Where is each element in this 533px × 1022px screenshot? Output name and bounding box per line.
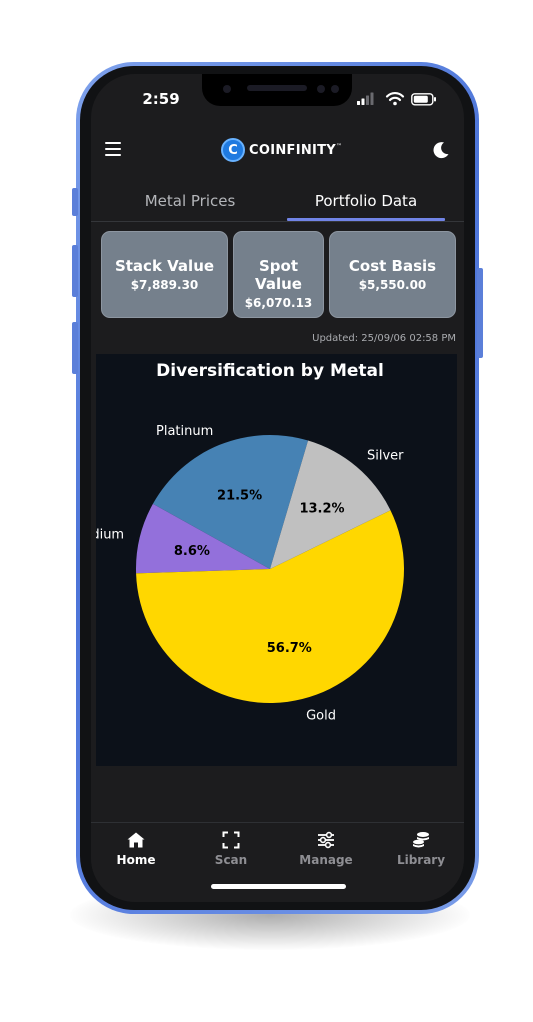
wifi-icon <box>385 92 405 106</box>
earpiece-speaker <box>247 85 307 91</box>
pie-percent-silver: 13.2% <box>299 502 344 517</box>
pie-chart: Diversification by Metal 21.5% Platinum 8.… <box>96 361 404 724</box>
front-camera-dot <box>223 85 231 93</box>
spot-value-card[interactable]: Spot Value $6,070.13 <box>233 231 324 318</box>
diversification-chart: Diversification by Metal 21.5% Platinum 8.… <box>96 354 457 766</box>
card-value: $6,070.13 <box>244 296 313 310</box>
home-icon <box>127 832 145 848</box>
nav-manage[interactable]: Manage <box>291 831 361 867</box>
tab-portfolio-data[interactable]: Portfolio Data <box>287 192 445 210</box>
volume-up-button <box>72 245 78 297</box>
home-indicator <box>211 884 346 889</box>
nav-library[interactable]: Library <box>386 831 456 867</box>
active-tab-indicator <box>287 218 445 221</box>
stack-value-card[interactable]: Stack Value $7,889.30 <box>101 231 228 318</box>
app-screen: 2:59 C COINFINITY ™ Metal Prices Portfol… <box>91 74 464 902</box>
pie-label-silver: Silver <box>367 449 404 464</box>
power-button <box>477 268 483 358</box>
card-value: $5,550.00 <box>358 278 427 292</box>
pie-percent-gold: 56.7% <box>267 641 312 656</box>
card-value: $7,889.30 <box>130 278 199 292</box>
tab-bar: Metal Prices Portfolio Data <box>91 184 464 222</box>
pie-label-palladium: Palladium <box>96 528 124 543</box>
status-icons <box>357 91 437 107</box>
moon-icon[interactable] <box>431 140 451 160</box>
updated-timestamp: Updated: 25/09/06 02:58 PM <box>312 333 456 344</box>
pie-label-platinum: Platinum <box>156 424 213 439</box>
sliders-icon <box>318 831 334 849</box>
card-title: Spot Value <box>255 257 302 293</box>
nav-label-home: Home <box>116 853 156 867</box>
bottom-nav: Home Scan Manage Library <box>91 822 464 902</box>
menu-icon[interactable] <box>105 142 121 157</box>
nav-home[interactable]: Home <box>101 831 171 867</box>
notch <box>202 74 352 106</box>
chart-title: Diversification by Metal <box>156 361 384 381</box>
mute-switch <box>72 188 78 216</box>
brand-logo: C COINFINITY ™ <box>221 137 342 163</box>
pie-label-gold: Gold <box>306 709 336 724</box>
status-time: 2:59 <box>142 90 180 108</box>
volume-down-button <box>72 322 78 374</box>
brand-trademark: ™ <box>336 143 343 150</box>
nav-scan[interactable]: Scan <box>196 831 266 867</box>
scan-icon <box>222 831 240 849</box>
card-title: Cost Basis <box>348 257 437 275</box>
proximity-sensor-dot <box>331 85 339 93</box>
cost-basis-card[interactable]: Cost Basis $5,550.00 <box>329 231 456 318</box>
signal-icon <box>357 92 374 105</box>
pie-percent-platinum: 21.5% <box>217 489 262 504</box>
nav-label-library: Library <box>396 853 446 867</box>
app-header: C COINFINITY ™ <box>91 132 464 172</box>
coins-stack-icon <box>413 832 429 848</box>
phone-mockup: 2:59 C COINFINITY ™ Metal Prices Portfol… <box>0 0 533 1022</box>
nav-label-scan: Scan <box>214 853 248 867</box>
battery-icon <box>411 93 436 106</box>
tab-metal-prices[interactable]: Metal Prices <box>111 192 269 210</box>
brand-name: COINFINITY <box>249 142 337 158</box>
pie-percent-palladium: 8.6% <box>174 544 210 559</box>
card-title: Stack Value <box>114 257 215 275</box>
coin-logo-icon: C <box>221 138 245 162</box>
face-sensor-dot <box>317 85 325 93</box>
nav-label-manage: Manage <box>299 853 353 867</box>
